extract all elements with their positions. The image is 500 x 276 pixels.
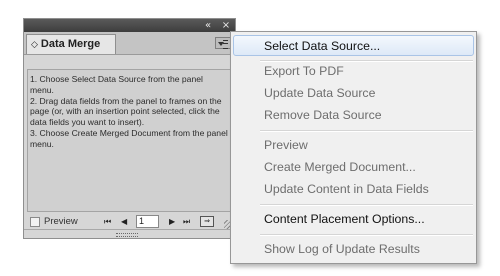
menu-item-create-merged-document[interactable]: Create Merged Document... (264, 160, 416, 175)
menu-lines-icon (223, 40, 228, 49)
data-merge-panel: « × ◇ Data Merge 1. Choose Select Data So… (23, 18, 236, 239)
menu-item-select-data-source[interactable]: Select Data Source... (264, 39, 380, 54)
menu-item-export-to-pdf[interactable]: Export To PDF (264, 64, 344, 79)
panel-dropdown-menu: Select Data Source... Export To PDF Upda… (230, 31, 477, 264)
panel-tab-row: ◇ Data Merge (24, 32, 235, 55)
tab-data-merge[interactable]: ◇ Data Merge (26, 34, 116, 54)
menu-item-content-placement-options[interactable]: Content Placement Options... (264, 212, 425, 227)
preview-label: Preview (44, 216, 78, 227)
previous-record-icon[interactable]: ◀ (121, 217, 127, 227)
menu-item-update-content-in-data-fields[interactable]: Update Content in Data Fields (264, 182, 429, 197)
collapse-panel-icon[interactable]: « (202, 19, 214, 32)
menu-item-preview[interactable]: Preview (264, 138, 308, 153)
instructions-text: 1. Choose Select Data Source from the pa… (30, 74, 228, 150)
instruction-step-3: 3. Choose Create Merged Document from th… (30, 127, 228, 149)
create-merged-document-icon[interactable]: ⇒ (200, 216, 214, 227)
tab-label: Data Merge (40, 38, 101, 50)
record-number-field[interactable]: 1 (136, 215, 159, 228)
next-record-icon[interactable]: ▶ (169, 217, 175, 227)
panel-content-area: 1. Choose Select Data Source from the pa… (27, 69, 232, 212)
menu-item-update-data-source[interactable]: Update Data Source (264, 86, 375, 101)
panel-title-bar[interactable]: « × (24, 19, 235, 32)
menu-separator (260, 60, 473, 62)
instruction-step-1: 1. Choose Select Data Source from the pa… (30, 74, 203, 95)
preview-checkbox[interactable] (30, 217, 40, 227)
grip-icon (116, 233, 138, 237)
menu-separator (260, 130, 473, 132)
instruction-step-2: 2. Drag data fields from the panel to fr… (30, 95, 222, 128)
panel-menu-button[interactable] (215, 37, 231, 49)
menu-separator (260, 234, 473, 236)
menu-item-show-log-of-update-results[interactable]: Show Log of Update Results (264, 242, 420, 257)
panel-drag-handle[interactable] (24, 229, 235, 238)
menu-separator (260, 204, 473, 206)
panel-options-icon: ◇ (31, 39, 38, 49)
last-record-icon[interactable]: ⏭ (183, 217, 190, 227)
menu-item-remove-data-source[interactable]: Remove Data Source (264, 108, 382, 123)
first-record-icon[interactable]: ⏮ (104, 217, 111, 227)
